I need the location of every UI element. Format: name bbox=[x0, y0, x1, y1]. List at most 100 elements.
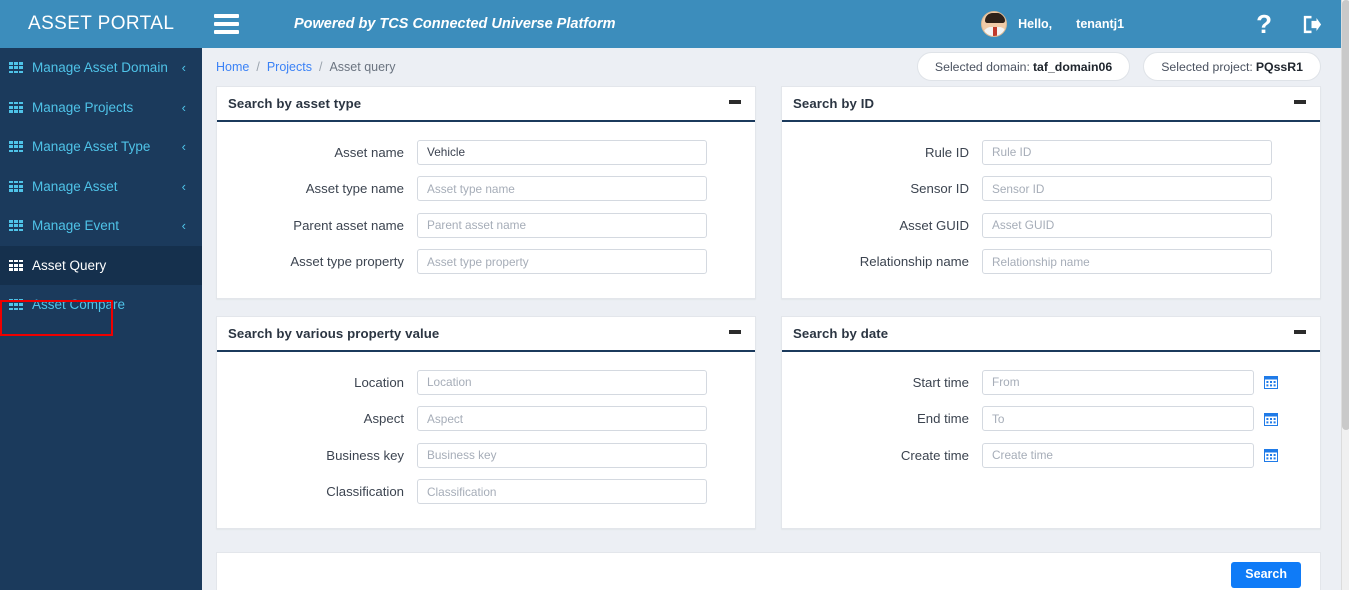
selected-project-value: PQssR1 bbox=[1255, 59, 1303, 74]
sidebar-item-manage-asset-type[interactable]: Manage Asset Type ‹ bbox=[0, 127, 202, 167]
field-row-relationship-name: Relationship name bbox=[782, 244, 1320, 281]
field-row-create-time: Create time bbox=[782, 437, 1320, 474]
location-input[interactable] bbox=[417, 369, 707, 395]
sidebar-item-label: Manage Projects bbox=[32, 99, 134, 115]
start-time-input[interactable] bbox=[982, 369, 1254, 395]
breadcrumb-separator: / bbox=[318, 60, 323, 74]
chevron-left-icon: ‹ bbox=[181, 139, 186, 155]
panel-header: Search by date bbox=[782, 317, 1320, 352]
field-label: Create time bbox=[900, 447, 969, 463]
sidebar-item-label: Manage Event bbox=[32, 218, 120, 234]
field-row-parent-asset-name: Parent asset name bbox=[217, 207, 755, 244]
sidebar-nav: Manage Asset Domain ‹ Manage Projects ‹ … bbox=[0, 48, 202, 590]
selected-domain-value: taf_domain06 bbox=[1032, 59, 1113, 74]
selected-project-label: Selected project: bbox=[1161, 59, 1253, 74]
chevron-left-icon: ‹ bbox=[181, 218, 186, 234]
hamburger-bar bbox=[213, 14, 239, 18]
panel-title: Search by ID bbox=[793, 96, 875, 111]
panel-header: Search by asset type bbox=[217, 87, 755, 122]
panel-title: Search by various property value bbox=[228, 326, 440, 341]
sidebar-item-manage-event[interactable]: Manage Event ‹ bbox=[0, 206, 202, 246]
selected-domain-badge[interactable]: Selected domain: taf_domain06 bbox=[916, 52, 1131, 81]
end-time-input[interactable] bbox=[982, 406, 1254, 432]
brand-logo[interactable]: ASSET PORTAL bbox=[0, 0, 202, 48]
field-label: Start time bbox=[912, 374, 969, 390]
grid-icon bbox=[9, 299, 23, 311]
chevron-left-icon: ‹ bbox=[181, 178, 186, 194]
asset-name-input[interactable] bbox=[417, 139, 707, 165]
collapse-minus-icon[interactable] bbox=[1294, 330, 1306, 334]
collapse-minus-icon[interactable] bbox=[729, 330, 741, 334]
field-label: Business key bbox=[326, 447, 404, 463]
main-content: Home / Projects / Asset query Selected d… bbox=[202, 48, 1341, 590]
chevron-left-icon: ‹ bbox=[181, 99, 186, 115]
header-user-area: Hello, tenantj1 ? bbox=[981, 0, 1341, 48]
hamburger-icon[interactable] bbox=[202, 0, 250, 48]
relationship-name-input[interactable] bbox=[982, 249, 1272, 275]
breadcrumb-row: Home / Projects / Asset query Selected d… bbox=[202, 48, 1341, 86]
calendar-icon[interactable] bbox=[1264, 448, 1278, 463]
breadcrumb: Home / Projects / Asset query bbox=[216, 60, 395, 74]
search-button[interactable]: Search bbox=[1231, 562, 1301, 588]
calendar-icon[interactable] bbox=[1264, 375, 1278, 390]
collapse-minus-icon[interactable] bbox=[729, 100, 741, 104]
field-row-asset-name: Asset name bbox=[217, 134, 755, 171]
panel-search-by-date: Search by date Start time From End time … bbox=[781, 316, 1321, 529]
scrollbar-thumb[interactable] bbox=[1342, 0, 1349, 430]
aspect-input[interactable] bbox=[417, 406, 707, 432]
breadcrumb-projects[interactable]: Projects bbox=[267, 60, 312, 74]
field-row-aspect: Aspect bbox=[217, 401, 755, 438]
field-row-asset-type-property: Asset type property bbox=[217, 244, 755, 281]
sidebar-item-asset-compare[interactable]: Asset Compare bbox=[0, 285, 202, 325]
hamburger-bar bbox=[213, 22, 239, 26]
sensor-id-input[interactable] bbox=[982, 176, 1272, 202]
field-label: Rule ID bbox=[925, 144, 969, 160]
field-label: Asset type name bbox=[305, 181, 404, 197]
field-row-rule-id: Rule ID bbox=[782, 134, 1320, 171]
user-name-label: tenantj1 bbox=[1076, 17, 1125, 31]
sidebar-item-label: Asset Query bbox=[32, 257, 107, 273]
field-row-location: Location bbox=[217, 364, 755, 401]
field-row-asset-guid: Asset GUID bbox=[782, 207, 1320, 244]
asset-type-property-input[interactable] bbox=[417, 249, 707, 275]
asset-type-name-input[interactable] bbox=[417, 176, 707, 202]
page-scrollbar[interactable] bbox=[1341, 0, 1349, 590]
grid-icon bbox=[9, 259, 23, 271]
avatar-hair bbox=[985, 13, 1006, 23]
panel-body: Rule ID Sensor ID Asset GUID Relationshi… bbox=[782, 122, 1320, 298]
field-label: Location bbox=[354, 374, 404, 390]
help-icon[interactable]: ? bbox=[1256, 11, 1272, 37]
sidebar-item-asset-query[interactable]: Asset Query bbox=[0, 245, 202, 285]
panel-body: Location Aspect Business key Classificat… bbox=[217, 352, 755, 528]
sidebar-item-label: Manage Asset Domain bbox=[32, 60, 168, 76]
sidebar-item-label: Manage Asset Type bbox=[32, 139, 151, 155]
calendar-icon[interactable] bbox=[1264, 412, 1278, 426]
context-pills: Selected domain: taf_domain06 Selected p… bbox=[916, 52, 1321, 81]
panel-title: Search by asset type bbox=[228, 96, 362, 111]
sidebar-item-manage-asset-domain[interactable]: Manage Asset Domain ‹ bbox=[0, 48, 202, 88]
asset-guid-input[interactable] bbox=[982, 212, 1272, 238]
business-key-input[interactable] bbox=[417, 442, 707, 468]
panel-body: Asset name Asset type name Parent asset … bbox=[217, 122, 755, 298]
grid-icon bbox=[9, 141, 23, 153]
field-label: Asset name bbox=[334, 144, 404, 160]
breadcrumb-home[interactable]: Home bbox=[216, 60, 249, 74]
logout-icon[interactable] bbox=[1300, 13, 1323, 36]
sidebar-item-manage-asset[interactable]: Manage Asset ‹ bbox=[0, 167, 202, 207]
selected-project-badge[interactable]: Selected project: PQssR1 bbox=[1143, 52, 1321, 81]
panel-search-by-asset-type: Search by asset type Asset name Asset ty… bbox=[216, 86, 756, 299]
classification-input[interactable] bbox=[417, 479, 707, 505]
grid-icon bbox=[9, 62, 23, 74]
field-label: Asset type property bbox=[290, 254, 404, 270]
sidebar-item-manage-projects[interactable]: Manage Projects ‹ bbox=[0, 88, 202, 128]
action-bar: Search bbox=[216, 552, 1321, 590]
rule-id-input[interactable] bbox=[982, 139, 1272, 165]
parent-asset-name-input[interactable] bbox=[417, 212, 707, 238]
field-label: Asset GUID bbox=[899, 217, 969, 233]
create-time-input[interactable] bbox=[982, 442, 1254, 468]
field-label: Parent asset name bbox=[293, 217, 404, 233]
hamburger-bar bbox=[213, 30, 239, 34]
avatar[interactable] bbox=[981, 11, 1008, 37]
greeting-text: Hello, bbox=[1018, 17, 1053, 31]
collapse-minus-icon[interactable] bbox=[1294, 100, 1306, 104]
